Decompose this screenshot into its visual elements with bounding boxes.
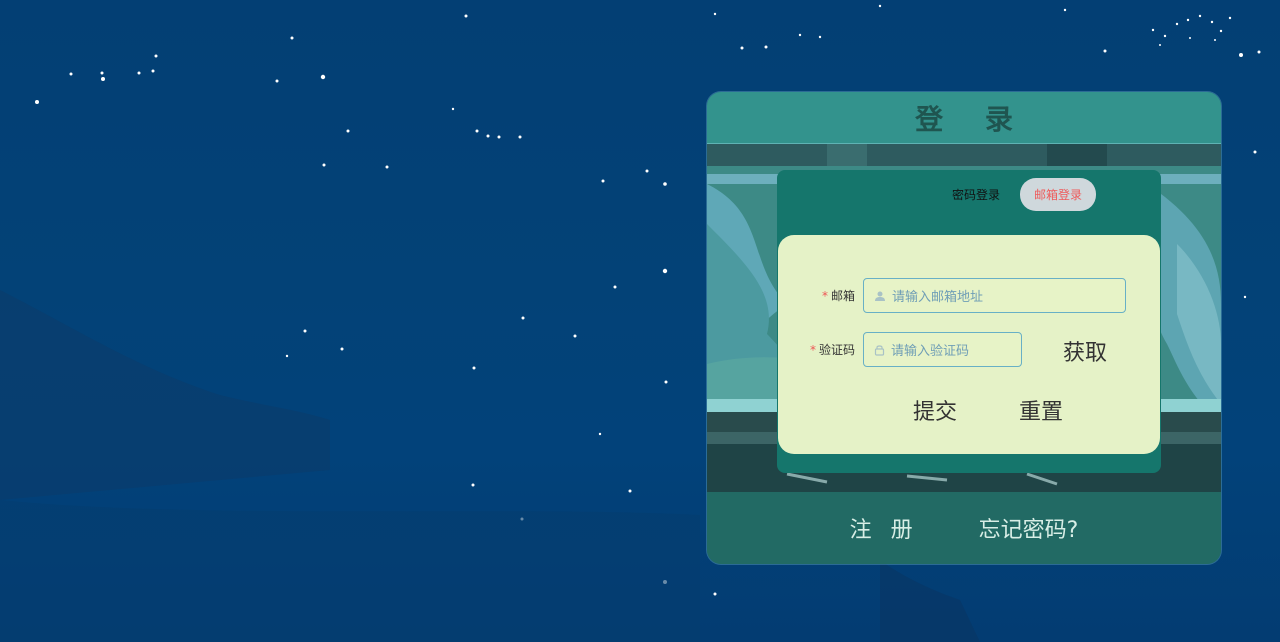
lock-icon	[874, 344, 885, 356]
login-title: 登 录	[915, 102, 1029, 136]
user-icon	[875, 291, 885, 301]
code-row: * 验证码 请输入验证码	[778, 332, 1022, 367]
reset-button[interactable]: 重置	[1019, 394, 1063, 426]
email-input[interactable]: 请输入邮箱地址	[863, 278, 1126, 313]
register-link[interactable]: 注 册	[850, 512, 919, 544]
required-mark: *	[821, 289, 828, 303]
code-placeholder: 请输入验证码	[891, 344, 970, 359]
tab-password-login[interactable]: 密码登录	[952, 178, 1000, 211]
email-label-text: 邮箱	[830, 289, 855, 303]
forgot-password-link[interactable]: 忘记密码?	[979, 512, 1079, 544]
email-placeholder: 请输入邮箱地址	[892, 290, 984, 305]
login-card-footer: 注 册 忘记密码?	[707, 492, 1221, 564]
get-code-button[interactable]: 获取	[1063, 335, 1107, 367]
login-card-header: 登 录	[707, 92, 1221, 144]
email-login-form: * 邮箱 请输入邮箱地址 * 验证码 请输入验证码 获取 提交 重置	[778, 235, 1160, 454]
login-method-tabs: 密码登录 邮箱登录	[952, 178, 1096, 211]
tab-email-login[interactable]: 邮箱登录	[1019, 178, 1096, 211]
email-label: * 邮箱	[778, 287, 855, 304]
verification-code-input[interactable]: 请输入验证码	[863, 332, 1022, 367]
required-mark: *	[809, 343, 816, 357]
email-row: * 邮箱 请输入邮箱地址	[778, 278, 1126, 313]
code-label-text: 验证码	[818, 343, 855, 357]
code-label: * 验证码	[778, 341, 855, 358]
login-page-background: 登 录 密码登录 邮箱登录 * 邮箱 请输入邮箱地址 * 验证码 请输入验证码 …	[0, 0, 1280, 642]
login-card: 登 录 密码登录 邮箱登录 * 邮箱 请输入邮箱地址 * 验证码 请输入验证码 …	[707, 92, 1221, 564]
submit-button[interactable]: 提交	[913, 394, 957, 426]
